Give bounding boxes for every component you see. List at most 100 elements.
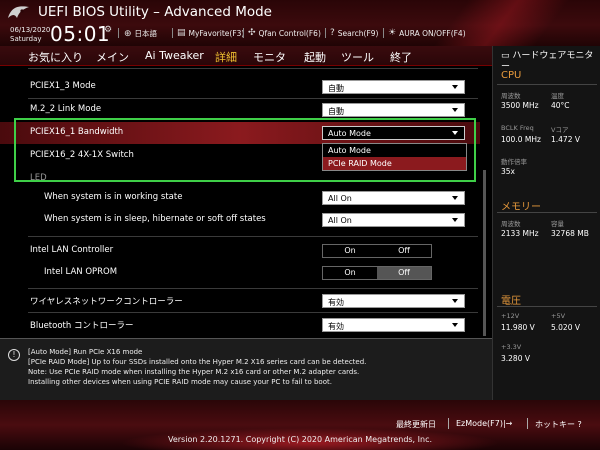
v5-label: +5V	[551, 312, 566, 320]
hw-monitor-title-text: ハードウェアモニター	[501, 51, 594, 72]
header-bar: UEFI BIOS Utility – Advanced Mode 06/13/…	[0, 0, 600, 46]
lan-toggle[interactable]: On Off	[322, 244, 432, 258]
info-line: [Auto Mode] Run PCIe X16 mode	[28, 348, 143, 356]
row-led-sleep[interactable]: When system is in sleep, hibernate or so…	[0, 209, 480, 231]
mem-freq-label: 周波数	[501, 220, 521, 228]
select-value: All On	[328, 194, 352, 203]
m2-2-select[interactable]: 自動	[322, 103, 465, 117]
tab-exit[interactable]: 終了	[390, 49, 412, 65]
section-divider	[497, 212, 597, 213]
toggle-on[interactable]: On	[323, 245, 377, 257]
row-divider	[28, 288, 478, 289]
scrollbar[interactable]	[483, 170, 486, 336]
row-m2-2[interactable]: M.2_2 Link Mode 自動	[0, 99, 480, 121]
last-modified-button[interactable]: 最終更新日	[396, 419, 436, 430]
bclk-value: 100.0 MHz	[501, 135, 541, 144]
chevron-down-icon	[452, 299, 458, 303]
lan-oprom-toggle[interactable]: On Off	[322, 266, 432, 280]
row-lan-controller[interactable]: Intel LAN Controller On Off	[0, 240, 480, 262]
row-divider	[28, 312, 478, 313]
qfan-button[interactable]: ✣ Qfan Control(F6)	[248, 28, 321, 38]
hotkey-button[interactable]: ホットキー ?	[535, 419, 582, 430]
aura-label: AURA ON/OFF(F4)	[399, 28, 466, 38]
ratio-label: 動作倍率	[501, 158, 527, 166]
row-pciex1-3[interactable]: PCIEX1_3 Mode 自動	[0, 76, 480, 98]
tab-main[interactable]: メイン	[96, 49, 129, 65]
setting-label: PCIEX1_3 Mode	[30, 81, 96, 91]
row-pciex16-1[interactable]: PCIEX16_1 Bandwidth Auto Mode	[0, 122, 480, 144]
aura-button[interactable]: ☀ AURA ON/OFF(F4)	[388, 28, 466, 38]
chevron-down-icon	[452, 218, 458, 222]
section-divider	[497, 84, 597, 85]
select-value: 有効	[328, 298, 344, 307]
v33-value: 3.280 V	[501, 354, 530, 363]
search-label: Search(F9)	[337, 28, 379, 38]
toggle-off[interactable]: Off	[377, 245, 431, 257]
wireless-select[interactable]: 有効	[322, 294, 465, 308]
fan-icon: ✣	[248, 28, 256, 38]
language-button[interactable]: ⊕ 日本語	[124, 28, 157, 39]
ezmode-button[interactable]: EzMode(F7)|→	[456, 419, 512, 428]
tab-advanced[interactable]: 詳細	[215, 49, 237, 68]
row-wireless[interactable]: ワイヤレスネットワークコントローラー 有効	[0, 290, 480, 312]
setting-label: When system is in sleep, hibernate or so…	[44, 214, 266, 224]
cpu-freq-value: 3500 MHz	[501, 101, 539, 110]
info-line: Installing other devices when using PCIE…	[28, 378, 332, 386]
setting-label: When system is in working state	[44, 192, 183, 202]
setting-label: M.2_2 Link Mode	[30, 104, 102, 114]
qfan-label: Qfan Control(F6)	[258, 28, 321, 38]
option-auto-mode[interactable]: Auto Mode	[323, 144, 466, 157]
cpu-temp-value: 40°C	[551, 101, 570, 110]
mem-cap-label: 容量	[551, 220, 564, 228]
settings-list: PCIEX1_3 Mode 自動 M.2_2 Link Mode 自動 PCIE…	[0, 66, 492, 336]
row-divider	[28, 236, 478, 237]
setting-label: ワイヤレスネットワークコントローラー	[30, 297, 183, 307]
info-line: [PCIe RAID Mode] Up to four SSDs install…	[28, 358, 367, 366]
led-sleep-select[interactable]: All On	[322, 213, 465, 227]
chevron-down-icon	[452, 131, 458, 135]
section-label: LED	[30, 173, 47, 183]
pciex1-3-select[interactable]: 自動	[322, 80, 465, 94]
tab-monitor[interactable]: モニタ	[253, 49, 286, 65]
version-text: Version 2.20.1271. Copyright (C) 2020 Am…	[167, 435, 433, 444]
vcore-value: 1.472 V	[551, 135, 580, 144]
chevron-down-icon	[452, 85, 458, 89]
tab-boot[interactable]: 起動	[304, 49, 326, 65]
row-lan-oprom[interactable]: Intel LAN OPROM On Off	[0, 262, 480, 284]
header-separator	[383, 28, 384, 38]
myfavorite-button[interactable]: ▤ MyFavorite(F3)	[177, 28, 244, 38]
vcore-label: Vコア	[551, 126, 569, 134]
select-value: All On	[328, 216, 352, 225]
toggle-on[interactable]: On	[323, 267, 377, 279]
day-text: Saturday	[10, 35, 42, 43]
search-button[interactable]: ? Search(F9)	[330, 28, 379, 38]
tab-tool[interactable]: ツール	[341, 49, 374, 65]
v12-label: +12V	[501, 312, 520, 320]
section-divider	[497, 306, 597, 307]
header-decoration	[359, 0, 600, 46]
tab-favorites[interactable]: お気に入り	[28, 49, 83, 65]
option-pcie-raid-mode[interactable]: PCIe RAID Mode	[323, 157, 466, 170]
footer-bar: 最終更新日 EzMode(F7)|→ ホットキー ? Version 2.20.…	[0, 400, 600, 450]
memory-heading: メモリー	[501, 202, 541, 213]
bluetooth-select[interactable]: 有効	[322, 318, 465, 332]
header-separator	[118, 28, 119, 38]
row-led-working[interactable]: When system is in working state All On	[0, 187, 480, 209]
led-working-select[interactable]: All On	[322, 191, 465, 205]
help-info-panel: ! [Auto Mode] Run PCIe X16 mode [PCIe RA…	[0, 338, 492, 400]
gear-icon[interactable]: ⚙	[104, 25, 112, 35]
date-text: 06/13/2020	[10, 26, 51, 34]
setting-label: Bluetooth コントローラー	[30, 321, 134, 331]
chevron-down-icon	[452, 108, 458, 112]
row-bluetooth[interactable]: Bluetooth コントローラー 有効	[0, 314, 480, 336]
tab-ai-tweaker[interactable]: Ai Tweaker	[145, 49, 204, 62]
clock-time: 05:01	[50, 22, 111, 46]
header-separator	[243, 28, 244, 38]
main-menu: お気に入り メイン Ai Tweaker 詳細 モニタ 起動 ツール 終了	[0, 46, 492, 68]
pciex16-1-select[interactable]: Auto Mode	[322, 126, 465, 140]
favorite-icon: ▤	[177, 28, 186, 38]
toggle-off[interactable]: Off	[377, 267, 431, 279]
select-value: 有効	[328, 322, 344, 331]
mem-freq-value: 2133 MHz	[501, 229, 539, 238]
v5-value: 5.020 V	[551, 323, 580, 332]
